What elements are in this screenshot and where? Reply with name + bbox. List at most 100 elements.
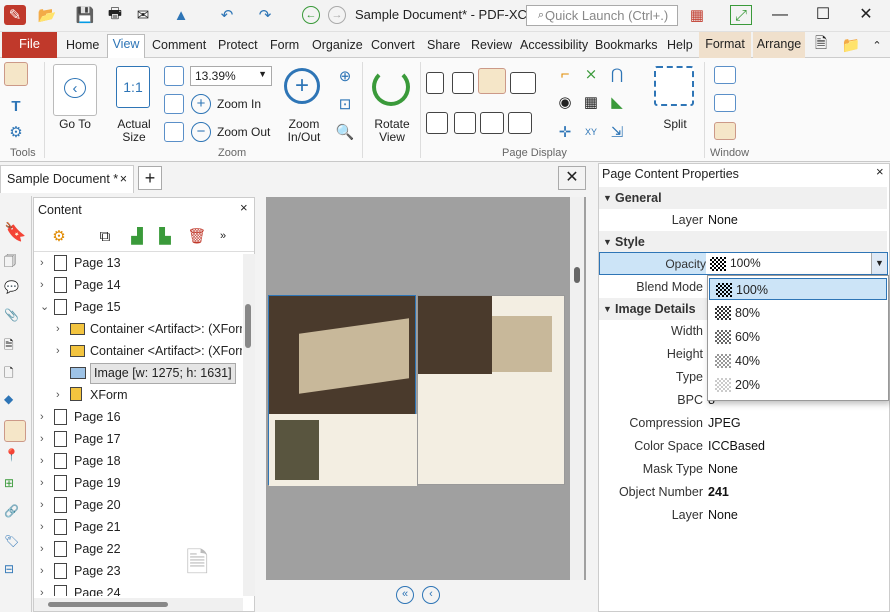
bookmarks-icon[interactable]: 🔖 (4, 222, 26, 244)
zoom-in-button[interactable]: Zoom In (217, 98, 261, 111)
workspace-icon[interactable] (714, 122, 736, 140)
expand-chevron-icon[interactable]: › (40, 428, 50, 450)
tab-organize[interactable]: Organize (312, 36, 363, 58)
tree-item[interactable]: › Page 20 (34, 494, 242, 516)
split-button[interactable]: Split (654, 118, 696, 131)
redo-icon[interactable]: ↷ (254, 5, 276, 25)
expand-chevron-icon[interactable]: › (40, 406, 50, 428)
tree-item[interactable]: › Page 21 (34, 516, 242, 538)
facing-icon[interactable] (478, 68, 506, 94)
open-folder-icon[interactable]: 📂 (36, 5, 58, 25)
prop-value[interactable]: 241 (708, 485, 729, 499)
collapse-ribbon-icon[interactable]: ⌃ (866, 35, 888, 55)
print-icon[interactable]: 🖶 (104, 5, 126, 25)
scan-icon[interactable]: ▲ (170, 5, 192, 25)
file-tab[interactable]: File (2, 32, 57, 58)
minimize-button[interactable]: — (760, 3, 800, 27)
fit-width-icon[interactable] (164, 94, 184, 114)
expand-chevron-icon[interactable]: › (40, 516, 50, 538)
close-properties-icon[interactable]: × (876, 164, 884, 179)
expand-chevron-icon[interactable]: › (40, 254, 50, 274)
expand-chevron-icon[interactable]: › (40, 472, 50, 494)
color-fill-icon[interactable]: ◣ (606, 92, 628, 112)
articles-icon[interactable]: ⊟ (4, 562, 26, 584)
close-tab-icon[interactable]: × (120, 166, 127, 192)
right-splitter[interactable] (586, 194, 598, 612)
customize-icon[interactable]: ▦ (686, 5, 708, 25)
thumbnails-icon[interactable] (454, 112, 476, 134)
tags-icon[interactable]: 🗋 (4, 364, 26, 386)
tab-review[interactable]: Review (471, 36, 512, 58)
structure-icon[interactable]: ⊞ (4, 476, 26, 498)
content-icon[interactable] (4, 420, 26, 442)
page-layout-icon[interactable] (426, 112, 448, 134)
chevron-down-icon[interactable]: ▼ (871, 253, 887, 274)
tab-convert[interactable]: Convert (371, 36, 415, 58)
save-icon[interactable]: 💾 (74, 5, 96, 25)
undo-icon[interactable]: ↶ (216, 5, 238, 25)
tab-form[interactable]: Form (270, 36, 299, 58)
zoom-tool-icon[interactable]: ⊕ (334, 66, 356, 86)
rotate-view-button[interactable]: Rotate View (366, 118, 418, 144)
viewer-scroll-thumb[interactable] (574, 267, 580, 283)
document-tab[interactable]: Sample Document * × (0, 165, 134, 193)
destinations-icon[interactable]: 📍 (4, 448, 26, 470)
transparency-grid-icon[interactable]: ▦ (580, 92, 602, 112)
viewer-scrollbar[interactable] (570, 197, 584, 580)
tree-item[interactable]: › Page 14 (34, 274, 242, 296)
facing-continuous-icon[interactable] (510, 72, 536, 94)
tree-item[interactable]: Image [w: 1275; h: 1631] (34, 362, 242, 384)
crosshair-icon[interactable]: ✛ (554, 122, 576, 142)
new-tab-button[interactable]: + (138, 166, 162, 190)
maximize-button[interactable]: ☐ (803, 3, 843, 27)
layers-icon[interactable]: ◆ (4, 392, 26, 414)
tree-item[interactable]: › Page 16 (34, 406, 242, 428)
email-icon[interactable]: ✉ (132, 5, 154, 25)
tree-item[interactable]: › Page 13 (34, 254, 242, 274)
tree-item[interactable]: ⌄ Page 15 (34, 296, 242, 318)
hand-tool-icon[interactable] (4, 62, 28, 86)
signatures-icon[interactable]: 🗎 (4, 336, 26, 358)
tag-icon[interactable]: 🏷 (4, 534, 26, 556)
opacity-option[interactable]: 20% (709, 374, 887, 396)
tree-item[interactable]: › Container <Artifact>: (XForm (34, 340, 242, 362)
tree-item[interactable]: › Page 24 (34, 582, 242, 596)
opacity-combo[interactable]: 100% ▼ (706, 253, 887, 274)
first-page-icon[interactable]: « (396, 586, 414, 604)
expand-chevron-icon[interactable]: › (40, 494, 50, 516)
prop-value[interactable]: None (708, 213, 738, 227)
move-down-icon[interactable]: ▙ (154, 226, 176, 246)
select-text-icon[interactable]: T (5, 96, 27, 116)
expand-chevron-icon[interactable]: › (40, 274, 50, 296)
tab-format[interactable]: Format (699, 32, 751, 58)
tree-item[interactable]: › XForm (34, 384, 242, 406)
copy-icon[interactable]: ⧉ (94, 226, 116, 246)
section-general[interactable]: ▼ General (599, 187, 887, 209)
fit-visible-icon[interactable] (164, 122, 184, 142)
actual-size-button[interactable]: Actual Size (108, 118, 160, 144)
folder-icon[interactable]: 📁 (840, 35, 862, 55)
measure-icon[interactable]: ⨯ (580, 64, 602, 84)
close-button[interactable]: ✕ (846, 3, 886, 27)
tab-protect[interactable]: Protect (218, 36, 258, 58)
tree-scroll-thumb[interactable] (245, 304, 251, 348)
zoom-out-button[interactable]: Zoom Out (217, 126, 270, 139)
tab-accessibility[interactable]: Accessibility (520, 36, 588, 58)
single-page-icon[interactable] (426, 72, 444, 94)
links-icon[interactable]: 🔗 (4, 504, 26, 526)
expand-chevron-icon[interactable]: › (56, 318, 66, 340)
expand-chevron-icon[interactable]: › (40, 538, 50, 560)
arrange-pages-icon[interactable] (508, 112, 532, 134)
tab-comment[interactable]: Comment (152, 36, 206, 58)
prop-value[interactable]: ICCBased (708, 439, 765, 453)
magnet-icon[interactable]: ⋂ (606, 64, 628, 84)
expand-chevron-icon[interactable]: › (56, 384, 66, 406)
continuous-icon[interactable] (452, 72, 474, 94)
page-numbers-icon[interactable] (480, 112, 504, 134)
prop-value[interactable]: None (708, 508, 738, 522)
prev-page-icon[interactable]: ‹ (422, 586, 440, 604)
expand-chevron-icon[interactable]: › (40, 450, 50, 472)
comments-icon[interactable]: 💬 (4, 280, 26, 302)
prop-value[interactable]: None (708, 462, 738, 476)
grid-icon[interactable]: ◉ (554, 92, 576, 112)
